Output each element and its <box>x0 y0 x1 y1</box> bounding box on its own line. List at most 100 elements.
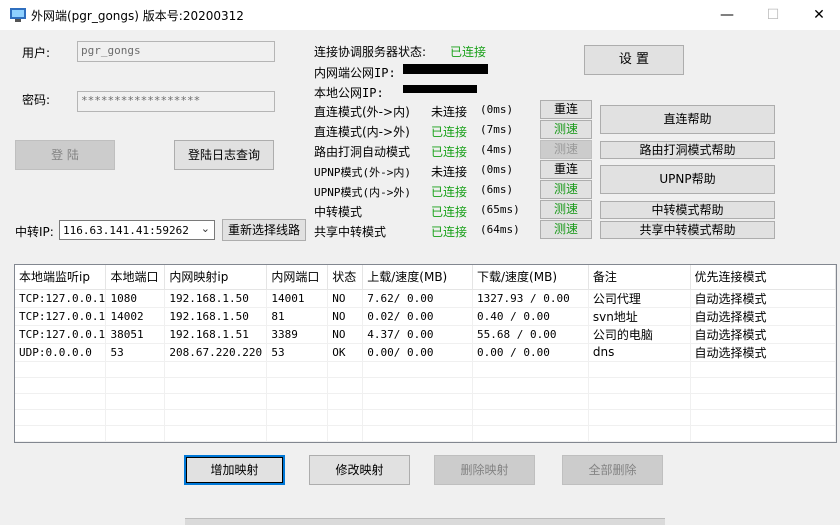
delete-all-button[interactable]: 全部删除 <box>562 455 663 485</box>
speed-test-button[interactable]: 测速 <box>540 120 592 139</box>
table-row[interactable]: TCP:127.0.0.1 1080 192.168.1.50 14001 NO 7.62… <box>15 289 836 308</box>
maximize-button[interactable]: ☐ <box>750 0 796 30</box>
column-header[interactable]: 本地端口 <box>105 265 166 290</box>
reconnect-button[interactable]: 重连 <box>540 100 592 119</box>
table-cell <box>164 377 268 394</box>
speed-test-button[interactable]: 测速 <box>540 140 592 159</box>
table-row-empty <box>15 425 836 442</box>
table-cell: 208.67.220.220 <box>164 343 268 362</box>
table-cell <box>327 393 364 410</box>
table-cell <box>327 361 364 378</box>
intranet-ip-label: 内网端公网IP: <box>314 66 396 80</box>
table-cell <box>588 393 691 410</box>
table-cell <box>472 377 589 394</box>
table-cell <box>327 377 364 394</box>
table-cell <box>266 361 329 378</box>
column-header[interactable]: 状态 <box>327 265 364 290</box>
table-cell: 55.68 / 0.00 <box>472 325 589 344</box>
mode-latency: (65ms) <box>480 203 520 216</box>
table-cell <box>15 441 107 442</box>
relay-ip-select[interactable]: 116.63.141.41:59262 ⌄ <box>59 220 215 240</box>
column-header[interactable]: 下载/速度(MB) <box>472 265 589 290</box>
table-cell: 38051 <box>105 325 166 344</box>
mode-latency: (4ms) <box>480 143 514 156</box>
table-row[interactable]: TCP:127.0.0.1 38051 192.168.1.51 3389 NO 4.37… <box>15 325 836 344</box>
settings-button[interactable]: 设 置 <box>584 45 684 75</box>
mode-name: 直连模式(外->内) <box>314 105 410 119</box>
upnp-help-button[interactable]: UPNP帮助 <box>600 165 775 194</box>
mode-state: 已连接 <box>431 125 468 139</box>
table-header-row: 本地端监听ip 本地端口 内网映射ip 内网端口 状态 上载/速度(MB) 下载… <box>15 265 836 290</box>
mode-state: 已连接 <box>431 225 468 239</box>
table-cell: OK <box>327 343 364 362</box>
shared-relay-help-button[interactable]: 共享中转模式帮助 <box>600 221 775 239</box>
table-cell: 自动选择模式 <box>690 307 836 326</box>
table-cell <box>105 377 166 394</box>
table-cell: 1080 <box>105 289 166 308</box>
app-icon <box>10 8 26 22</box>
column-header[interactable]: 内网端口 <box>266 265 329 290</box>
table-cell <box>362 361 474 378</box>
table-cell: 53 <box>105 343 166 362</box>
table-cell: 3389 <box>266 325 329 344</box>
user-field[interactable]: pgr_gongs <box>77 41 275 62</box>
table-cell <box>266 409 329 426</box>
column-header[interactable]: 备注 <box>588 265 691 290</box>
table-cell: 0.02/ 0.00 <box>362 307 474 326</box>
route-help-button[interactable]: 路由打洞模式帮助 <box>600 141 775 159</box>
mode-name: 共享中转模式 <box>314 225 387 239</box>
table-cell: 192.168.1.50 <box>164 289 268 308</box>
mapping-table[interactable]: 本地端监听ip 本地端口 内网映射ip 内网端口 状态 上载/速度(MB) 下载… <box>14 264 837 443</box>
relay-help-button[interactable]: 中转模式帮助 <box>600 201 775 219</box>
reconnect-button[interactable]: 重连 <box>540 160 592 179</box>
table-cell <box>15 425 107 442</box>
column-header[interactable]: 上载/速度(MB) <box>362 265 474 290</box>
table-row-empty <box>15 361 836 378</box>
speed-test-button[interactable]: 测速 <box>540 180 592 199</box>
table-cell: TCP:127.0.0.1 <box>15 307 107 326</box>
table-cell <box>690 441 836 442</box>
mode-state: 未连接 <box>431 165 468 179</box>
table-cell: 81 <box>266 307 329 326</box>
table-cell <box>690 361 836 378</box>
column-header[interactable]: 优先连接模式 <box>690 265 836 290</box>
close-button[interactable]: ✕ <box>796 0 840 30</box>
chevron-down-icon: ⌄ <box>200 222 210 235</box>
table-cell <box>105 393 166 410</box>
edit-mapping-button[interactable]: 修改映射 <box>309 455 410 485</box>
column-header[interactable]: 本地端监听ip <box>15 265 107 290</box>
speed-test-button[interactable]: 测速 <box>540 200 592 219</box>
table-cell <box>362 409 474 426</box>
table-cell: 1327.93 / 0.00 <box>472 289 589 308</box>
table-cell: 0.40 / 0.00 <box>472 307 589 326</box>
table-cell <box>105 441 166 442</box>
column-header[interactable]: 内网映射ip <box>164 265 268 290</box>
mode-latency: (0ms) <box>480 163 514 176</box>
login-button[interactable]: 登 陆 <box>15 140 115 170</box>
table-cell <box>15 361 107 378</box>
table-row[interactable]: UDP:0.0.0.0 53 208.67.220.220 53 OK 0.00/ 0.0… <box>15 343 836 362</box>
table-row[interactable]: TCP:127.0.0.1 14002 192.168.1.50 81 NO 0.02/ … <box>15 307 836 326</box>
table-cell: dns <box>588 343 691 362</box>
table-cell: TCP:127.0.0.1 <box>15 325 107 344</box>
relay-ip-value: 116.63.141.41:59262 <box>63 224 189 237</box>
table-cell <box>362 393 474 410</box>
table-cell: 14002 <box>105 307 166 326</box>
delete-mapping-button[interactable]: 删除映射 <box>434 455 535 485</box>
table-cell: 192.168.1.51 <box>164 325 268 344</box>
table-cell <box>327 441 364 442</box>
reselect-route-button[interactable]: 重新选择线路 <box>222 219 306 241</box>
add-mapping-button[interactable]: 增加映射 <box>184 455 285 485</box>
direct-help-button[interactable]: 直连帮助 <box>600 105 775 134</box>
table-cell <box>266 441 329 442</box>
table-cell <box>266 393 329 410</box>
table-cell <box>472 361 589 378</box>
login-log-button[interactable]: 登陆日志查询 <box>174 140 274 170</box>
coord-server-status: 已连接 <box>450 45 487 59</box>
table-cell: svn地址 <box>588 307 691 326</box>
speed-test-button[interactable]: 测速 <box>540 220 592 239</box>
table-cell: NO <box>327 307 364 326</box>
password-field[interactable]: ****************** <box>77 91 275 112</box>
minimize-button[interactable]: — <box>704 0 750 30</box>
table-row-empty <box>15 409 836 426</box>
